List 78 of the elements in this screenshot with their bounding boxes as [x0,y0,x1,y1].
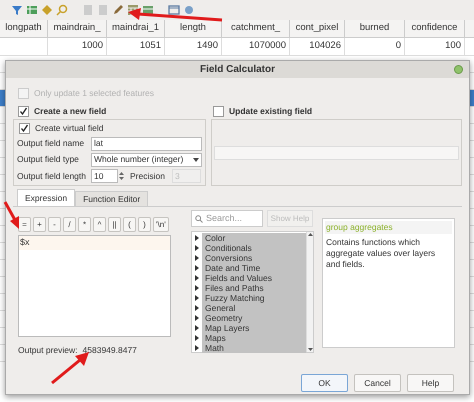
operator-button[interactable]: ) [138,217,151,232]
dialog-button[interactable]: Cancel [354,374,401,392]
search-field[interactable]: Search... [191,210,263,227]
operator-button[interactable]: * [78,217,91,232]
pencil-icon[interactable] [112,4,124,16]
preview-label: Output preview: [18,344,78,357]
table-cell: 1000 [48,38,107,55]
checkbox-label: Create virtual field [35,122,104,135]
column-header[interactable]: longpath [0,20,48,37]
tab[interactable]: Function Editor [75,191,148,206]
tree-item[interactable]: Fields and Values [202,273,306,283]
column-header[interactable]: confidence [405,20,465,37]
search-icon [195,214,203,222]
table-cell: 104026 [290,38,345,55]
input-field[interactable]: lat [91,136,202,151]
operator-button[interactable]: ( [123,217,136,232]
function-list[interactable]: Color Conditionals Conversions Date and Time Fields and Values Files and Paths Fuzzy Matching General Geometry Map Layers Maps Math [191,231,314,353]
tree-item[interactable]: General [202,303,306,313]
field-label: Precision [130,170,166,182]
field-label: Output field length [17,170,87,182]
checkbox[interactable] [19,122,30,134]
column-header[interactable]: cont_pixel [290,20,345,37]
checkbox[interactable] [18,106,29,116]
tree-item[interactable]: Conversions [202,253,306,263]
operator-button[interactable]: / [63,217,76,232]
window-icon[interactable] [168,4,180,16]
tree-item[interactable]: Math [202,343,306,353]
dialog-button[interactable]: OK [301,374,348,392]
operator-button[interactable]: ^ [93,217,106,232]
scrollbar[interactable] [306,232,313,352]
annotation-arrow [4,201,19,229]
table-cell: 1490 [165,38,222,55]
operator-button[interactable]: || [108,217,121,232]
dialog-button[interactable]: Help [407,374,454,392]
table-cell: 100 [405,38,465,55]
funnel-icon[interactable] [11,4,23,16]
expression-editor[interactable]: $x [18,235,171,337]
column-header[interactable]: length [165,20,222,37]
operator-button[interactable]: = [18,217,31,232]
help-text: Contains functions which aggregate values over layers and fields. [325,236,436,270]
field-label: Output field name [17,137,86,150]
tree-item[interactable]: Maps [202,333,306,343]
spin-box[interactable]: 10 [91,168,118,183]
grid-icon[interactable] [26,4,38,16]
preview-value: 4583949.8477 [82,344,137,357]
tree-item[interactable]: Map Layers [202,323,306,333]
scroll-down-icon[interactable] [308,348,312,351]
tree-item[interactable]: Conditionals [202,243,306,253]
tree-item[interactable]: Fuzzy Matching [202,293,306,303]
expression-text: $x [19,236,170,250]
checkbox[interactable] [213,106,224,116]
operator-button[interactable]: - [48,217,61,232]
tree-item[interactable]: Files and Paths [202,283,306,293]
column-header[interactable]: maindrain_ [48,20,107,37]
tree-item[interactable]: Color [202,233,306,243]
scroll-up-icon[interactable] [308,233,312,236]
column-header[interactable]: catchment_ [222,20,290,37]
table-cell: 1051 [107,38,165,55]
checkbox-label: Create a new field [34,104,106,118]
search-input[interactable]: Search... [206,212,258,226]
window-title: Field Calculator [200,63,275,77]
operator-button[interactable]: + [33,217,46,232]
table-icon[interactable] [142,4,154,16]
operator-button[interactable]: '\n' [153,217,169,232]
tree-item[interactable]: Geometry [202,313,306,323]
checkbox-label: Only update 1 selected features [34,86,154,100]
help-title: group aggregates [325,221,452,234]
field-label: Output field type [17,153,80,166]
column-header[interactable]: burned [345,20,405,37]
table-cell: 0 [345,38,405,55]
tab[interactable]: Expression [17,189,76,206]
caret-icon [193,158,199,162]
column-header[interactable]: maindrai_1 [107,20,165,37]
spinner-arrows-icon[interactable] [119,170,124,181]
dropdown[interactable]: Whole number (integer) [91,152,202,167]
tree-item[interactable]: Date and Time [202,263,306,273]
checkbox-label: Update existing field [229,104,312,118]
table-cell: 1070000 [222,38,290,55]
